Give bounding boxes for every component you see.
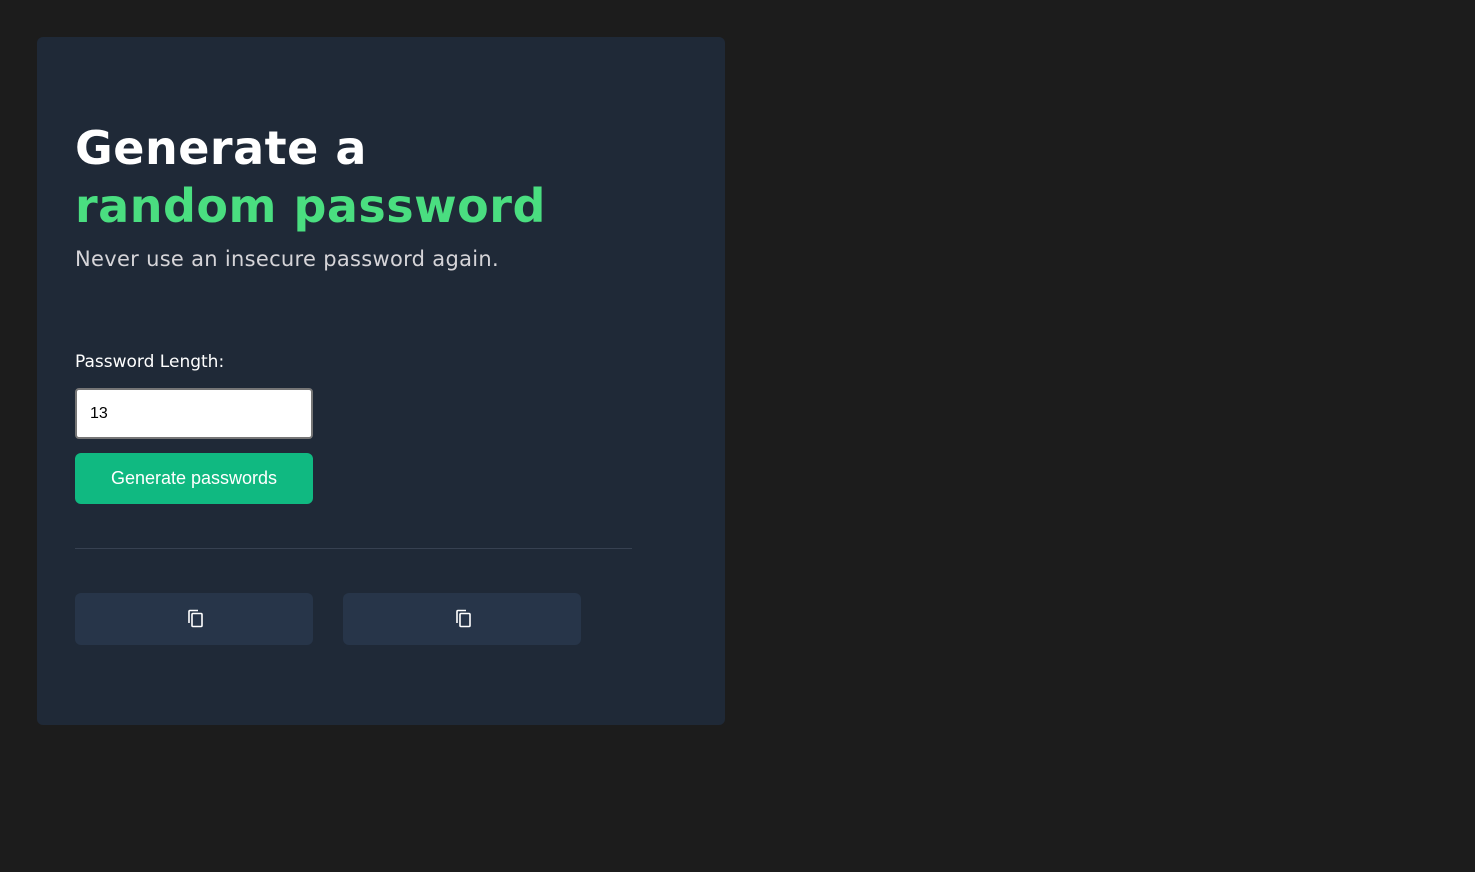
password-length-label: Password Length: (75, 352, 225, 372)
copy-icon (455, 609, 473, 629)
title-line-1: Generate a (75, 121, 367, 175)
title-line-2-accent: random password (75, 179, 546, 233)
divider (75, 548, 632, 549)
password-output-1[interactable] (75, 593, 313, 645)
subtitle: Never use an insecure password again. (75, 247, 499, 271)
password-output-2[interactable] (343, 593, 581, 645)
password-length-input[interactable] (75, 388, 313, 439)
page-title: Generate a random password (75, 119, 546, 235)
generate-passwords-button[interactable]: Generate passwords (75, 453, 313, 504)
copy-icon (187, 609, 205, 629)
password-generator-card: Generate a random password Never use an … (37, 37, 725, 725)
